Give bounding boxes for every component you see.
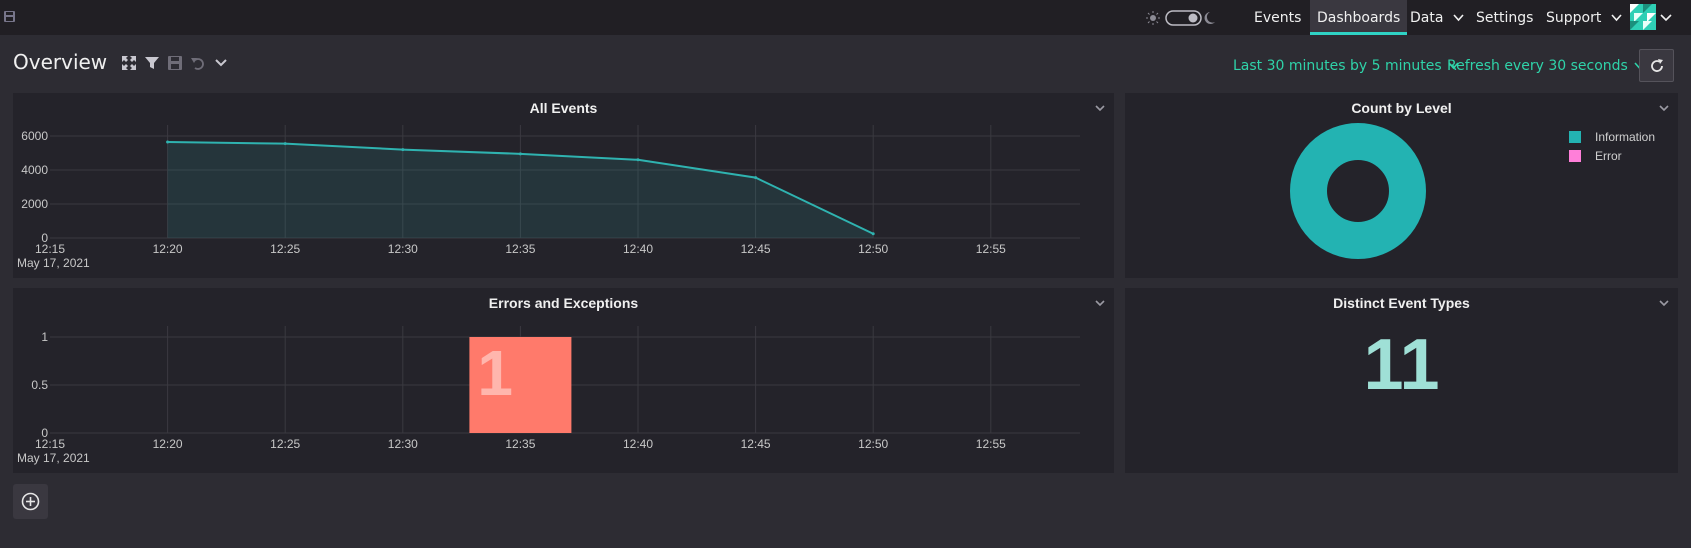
refresh-interval-selector[interactable]: Refresh every 30 seconds xyxy=(1447,58,1645,74)
data-point xyxy=(283,142,287,146)
add-panel-button[interactable] xyxy=(13,484,48,519)
chevron-down-icon[interactable] xyxy=(1658,297,1670,309)
date-label: May 17, 2021 xyxy=(17,256,90,270)
y-tick-label: 6000 xyxy=(21,129,48,143)
x-tick-label: 12:20 xyxy=(153,437,183,451)
x-tick-label: 12:45 xyxy=(741,242,771,256)
x-tick-label: 12:40 xyxy=(623,437,653,451)
x-tick-label: 12:45 xyxy=(741,437,771,451)
legend-swatch xyxy=(1569,150,1581,162)
nav-data[interactable]: Data xyxy=(1410,0,1464,35)
legend-label: Information xyxy=(1595,130,1656,144)
data-point xyxy=(636,158,640,162)
data-point xyxy=(754,176,758,180)
save-icon[interactable] xyxy=(167,55,183,71)
x-tick-label: 12:50 xyxy=(858,242,888,256)
data-point xyxy=(871,232,875,236)
refresh-icon xyxy=(1651,59,1663,72)
panel-errors-exceptions: Errors and Exceptions 12:15 12:20 12:25 12:… xyxy=(13,288,1114,473)
panel-title: Distinct Event Types xyxy=(1333,295,1470,311)
bar-value-label: 1 xyxy=(477,337,513,409)
distinct-event-count: 11 xyxy=(1363,325,1440,405)
add-circle-icon xyxy=(21,492,40,511)
y-tick-label: 0.5 xyxy=(31,378,48,392)
x-tick-label: 12:30 xyxy=(388,242,418,256)
nav-events[interactable]: Events xyxy=(1254,0,1301,35)
theme-toggle[interactable] xyxy=(1146,9,1216,27)
page-title: Overview xyxy=(13,50,108,74)
filter-icon[interactable] xyxy=(144,55,160,71)
chevron-down-icon[interactable] xyxy=(1660,14,1672,22)
x-tick-label: 12:25 xyxy=(270,242,300,256)
area-fill xyxy=(167,141,874,238)
legend-swatch xyxy=(1569,131,1581,143)
chevron-down-icon xyxy=(1453,14,1464,22)
y-tick-label: 0 xyxy=(41,231,48,245)
y-tick-label: 0 xyxy=(41,426,48,440)
date-label: May 17, 2021 xyxy=(17,451,90,465)
chevron-down-icon xyxy=(1611,14,1622,22)
panel-count-by-level: Count by Level xyxy=(1125,93,1678,278)
x-tick-label: 12:15 xyxy=(35,242,65,256)
y-tick-label: 1 xyxy=(41,330,48,344)
pie-slice xyxy=(1290,123,1426,259)
x-tick-label: 12:15 xyxy=(35,437,65,451)
all-events-chart: 12:15 12:20 12:25 12:30 12:35 12:40 12:45 12:50… xyxy=(17,125,1080,270)
x-tick-label: 12:30 xyxy=(388,437,418,451)
x-tick-label: 12:20 xyxy=(153,242,183,256)
data-point xyxy=(401,148,405,152)
top-nav-bar: Events Dashboards Data Settings Support xyxy=(0,0,1691,35)
nav-settings[interactable]: Settings xyxy=(1476,0,1533,35)
x-tick-label: 12:50 xyxy=(858,437,888,451)
logo-icon[interactable] xyxy=(4,11,15,22)
x-tick-label: 12:25 xyxy=(270,437,300,451)
errors-chart: 12:15 12:20 12:25 12:30 12:35 12:40 12:45 12:50… xyxy=(17,326,1080,465)
moon-icon xyxy=(1204,12,1215,24)
nav-support[interactable]: Support xyxy=(1546,0,1622,35)
time-range-selector[interactable]: Last 30 minutes by 5 minutes xyxy=(1233,58,1459,74)
y-tick-label: 4000 xyxy=(21,163,48,177)
undo-icon[interactable] xyxy=(190,55,206,71)
x-tick-label: 12:55 xyxy=(976,242,1006,256)
panel-all-events: All Events 12:15 12:20 12:25 12:30 12:35 12:4… xyxy=(13,93,1114,278)
data-point xyxy=(166,140,170,144)
y-tick-label: 2000 xyxy=(21,197,48,211)
x-tick-label: 12:55 xyxy=(976,437,1006,451)
sun-icon xyxy=(1150,15,1156,21)
nav-dashboards[interactable]: Dashboards xyxy=(1310,0,1408,35)
x-tick-label: 12:35 xyxy=(505,437,535,451)
refresh-button[interactable] xyxy=(1639,49,1674,82)
x-tick-label: 12:40 xyxy=(623,242,653,256)
legend-label: Error xyxy=(1595,149,1622,163)
data-point xyxy=(518,152,522,156)
x-tick-label: 12:35 xyxy=(505,242,535,256)
expand-icon[interactable] xyxy=(121,55,137,71)
count-by-level-chart xyxy=(1290,123,1426,259)
user-avatar[interactable] xyxy=(1630,4,1656,30)
chevron-down-icon[interactable] xyxy=(213,55,229,71)
